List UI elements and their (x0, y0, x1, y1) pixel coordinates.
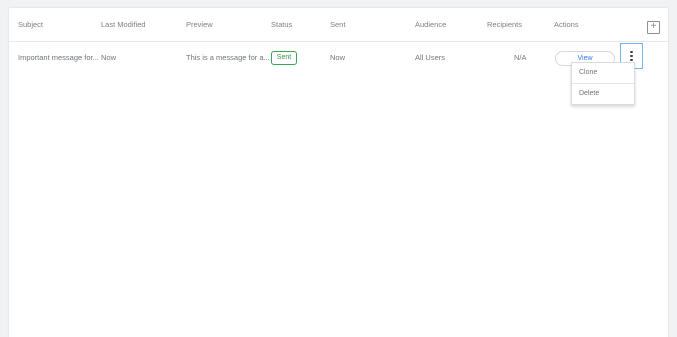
ellipsis-dot (630, 58, 633, 61)
column-header-recipients[interactable]: Recipients (487, 8, 522, 41)
column-header-audience[interactable]: Audience (415, 8, 446, 41)
column-header-preview[interactable]: Preview (186, 8, 213, 41)
menu-item-clone[interactable]: Clone (572, 63, 634, 83)
column-header-sent[interactable]: Sent (330, 8, 345, 41)
ellipsis-dot (630, 50, 633, 53)
ellipsis-dot (630, 54, 633, 57)
row-sent: Now (330, 53, 346, 62)
row-audience: All Users (415, 53, 446, 62)
column-header-last-modified[interactable]: Last Modified (101, 8, 146, 41)
row-preview: This is a message for a... (186, 53, 270, 62)
column-header-status[interactable]: Status (271, 8, 292, 41)
table-header: Subject Last Modified Preview Status Sen… (9, 8, 668, 42)
plus-icon: + (650, 21, 657, 32)
column-header-actions: Actions (554, 20, 579, 29)
row-last-modified: Now (101, 53, 117, 62)
column-header-subject[interactable]: Subject (18, 8, 43, 41)
actions-dropdown-menu: Clone Delete (571, 62, 635, 105)
row-recipients: N/A (514, 53, 527, 62)
status-badge: Sent (271, 51, 297, 65)
add-message-button[interactable]: + (647, 21, 660, 34)
menu-item-delete[interactable]: Delete (572, 84, 634, 104)
row-subject: Important message for... (18, 53, 99, 62)
table-row[interactable]: Important message for... Now This is a m… (9, 41, 668, 74)
messages-panel: Subject Last Modified Preview Status Sen… (9, 8, 668, 337)
